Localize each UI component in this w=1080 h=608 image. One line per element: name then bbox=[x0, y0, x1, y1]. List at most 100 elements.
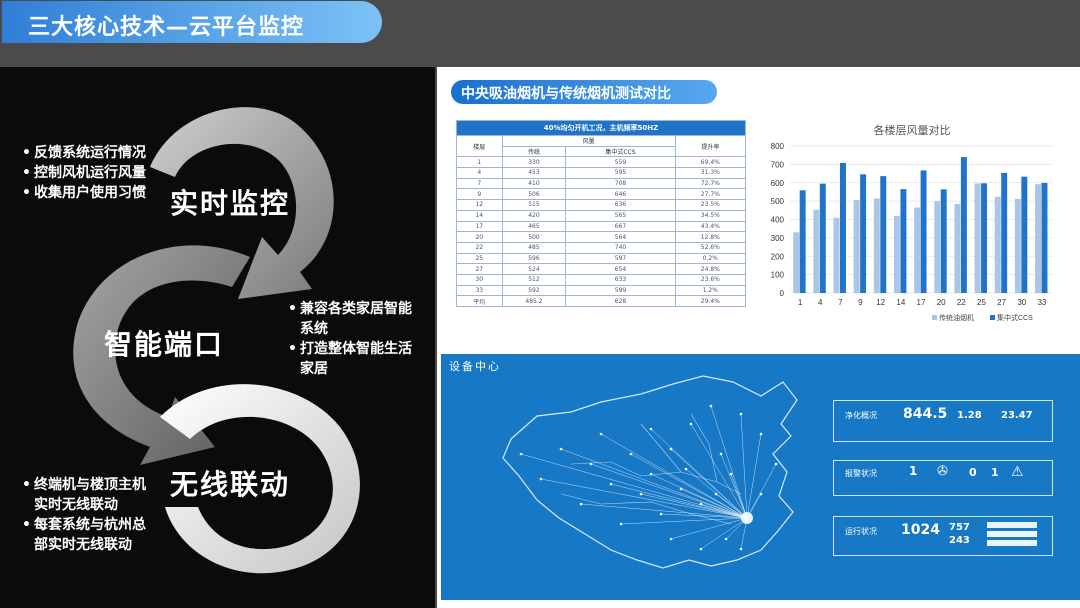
bar-ccs bbox=[940, 189, 947, 293]
table-cell: 30 bbox=[456, 273, 503, 286]
map-node bbox=[684, 467, 688, 471]
table-row: 4 453 595 31.3% bbox=[456, 167, 747, 179]
x-tick-label: 12 bbox=[876, 298, 885, 307]
table-cell: 31.3% bbox=[674, 167, 747, 179]
bar-traditional bbox=[974, 183, 981, 293]
table-cell: 25 bbox=[456, 252, 503, 265]
table-cell: 708 bbox=[565, 177, 676, 190]
table-cell: 12 bbox=[456, 199, 503, 211]
table-cell: 平均 bbox=[456, 295, 503, 307]
table-row: 12 515 636 23.5% bbox=[456, 199, 747, 211]
table-cell: 596 bbox=[501, 252, 567, 265]
bullet-item: 打造整体智能生活家居 bbox=[288, 339, 412, 379]
connection-line bbox=[590, 463, 748, 519]
table-row: 25 596 597 0.2% bbox=[456, 252, 747, 265]
status-bar bbox=[987, 522, 1037, 528]
bullet-item: 控制风机运行风量 bbox=[22, 163, 146, 183]
table-header: 提升率 bbox=[674, 134, 747, 158]
table-header: 楼层 bbox=[456, 134, 503, 158]
bar-ccs bbox=[1021, 176, 1028, 293]
run-offline: 243 bbox=[949, 535, 970, 546]
table-row: 20 500 564 12.8% bbox=[456, 231, 747, 243]
table-row: 7 410 708 72.7% bbox=[456, 177, 747, 190]
map-node bbox=[669, 447, 673, 451]
bar-ccs bbox=[880, 176, 887, 293]
map-node bbox=[724, 537, 728, 541]
y-tick-label: 300 bbox=[771, 234, 785, 243]
page-title: 三大核心技术—云平台监控 bbox=[28, 15, 305, 40]
table-cell: 12.8% bbox=[674, 231, 747, 243]
table-cell: 52.6% bbox=[674, 241, 747, 254]
bar-traditional bbox=[853, 200, 860, 293]
y-tick-label: 500 bbox=[771, 197, 785, 206]
table-cell: 69.4% bbox=[674, 156, 747, 169]
table-row: 17 465 667 43.4% bbox=[456, 220, 747, 233]
map-node bbox=[719, 452, 723, 456]
map-node bbox=[659, 512, 663, 516]
map-province-lines bbox=[560, 413, 742, 525]
bar-ccs bbox=[981, 183, 988, 293]
purify-label: 净化概况 bbox=[845, 411, 877, 420]
floor-airflow-chart: 各楼层风量对比 01002003004005006007008001 4 7 9 12 1… bbox=[771, 123, 1052, 322]
map-node bbox=[739, 412, 743, 416]
table-row: 1 330 559 69.4% bbox=[456, 156, 747, 169]
table-cell: 565 bbox=[565, 209, 676, 222]
bar-traditional bbox=[1035, 184, 1042, 293]
bar-ccs bbox=[839, 162, 846, 293]
table-cell: 506 bbox=[501, 188, 567, 201]
bar-traditional bbox=[893, 215, 900, 293]
table-row: 9 506 646 27.7% bbox=[456, 188, 747, 201]
bar-traditional bbox=[833, 217, 840, 293]
x-tick-label: 17 bbox=[917, 298, 926, 307]
comparison-table: 40%均匀开机工况，主机频率50HZ 楼层 风量 提升率 传统 集中式CCS 1… bbox=[456, 120, 747, 307]
title-banner: 三大核心技术—云平台监控 bbox=[2, 1, 382, 43]
y-tick-label: 0 bbox=[780, 289, 785, 298]
x-tick-label: 25 bbox=[977, 298, 986, 307]
bar-ccs bbox=[920, 170, 927, 293]
table-cell: 597 bbox=[565, 252, 676, 265]
map-node bbox=[559, 447, 563, 451]
bar-ccs bbox=[819, 183, 826, 293]
status-bar bbox=[987, 531, 1037, 537]
table-cell: 646 bbox=[565, 188, 676, 201]
table-cell: 7 bbox=[456, 177, 503, 190]
map-node bbox=[759, 492, 763, 496]
legend-swatch bbox=[990, 315, 995, 320]
x-tick-label: 22 bbox=[957, 298, 966, 307]
x-tick-label: 14 bbox=[896, 298, 905, 307]
bar-traditional bbox=[1014, 198, 1021, 293]
bar-ccs bbox=[900, 189, 907, 293]
run-total: 1024 bbox=[901, 522, 940, 538]
connection-line bbox=[650, 473, 748, 519]
x-tick-label: 1 bbox=[798, 298, 803, 307]
table-cell: 27.7% bbox=[674, 188, 747, 201]
connection-line bbox=[700, 517, 748, 550]
run-online: 757 bbox=[949, 522, 970, 533]
alarm-value-warning: 1 bbox=[991, 466, 999, 479]
hangzhou-hub bbox=[741, 512, 753, 524]
table-cell: 485.2 bbox=[501, 295, 567, 307]
chart-title: 各楼层风量对比 bbox=[874, 123, 951, 137]
bar-ccs bbox=[1001, 172, 1008, 293]
map-node bbox=[759, 432, 763, 436]
map-node bbox=[774, 462, 778, 466]
device-center-panel: 设备中心 净化概况 844.5 1.28 23.47 报警状况 1 ✇ 0 1 … bbox=[441, 354, 1080, 600]
table-cell: 1.2% bbox=[674, 284, 747, 297]
section-label-port: 智能端口 bbox=[104, 328, 225, 361]
table-row: 22 485 740 52.6% bbox=[456, 241, 747, 254]
table-cell: 14 bbox=[456, 209, 503, 222]
connection-line bbox=[540, 478, 748, 519]
map-node bbox=[669, 537, 673, 541]
table-cell: 636 bbox=[565, 199, 676, 211]
map-node bbox=[729, 472, 733, 476]
bar-traditional bbox=[934, 201, 941, 293]
fan-icon: ✇ bbox=[937, 464, 948, 479]
table-cell: 33 bbox=[456, 284, 503, 297]
bar-traditional bbox=[813, 209, 820, 293]
table-cell: 628 bbox=[565, 295, 676, 307]
table-cell: 1 bbox=[456, 156, 503, 169]
bar-traditional bbox=[954, 203, 961, 293]
alarm-label: 报警状况 bbox=[845, 469, 877, 478]
x-tick-label: 27 bbox=[997, 298, 1006, 307]
comparison-subtitle: 中央吸油烟机与传统烟机测试对比 bbox=[451, 80, 717, 104]
